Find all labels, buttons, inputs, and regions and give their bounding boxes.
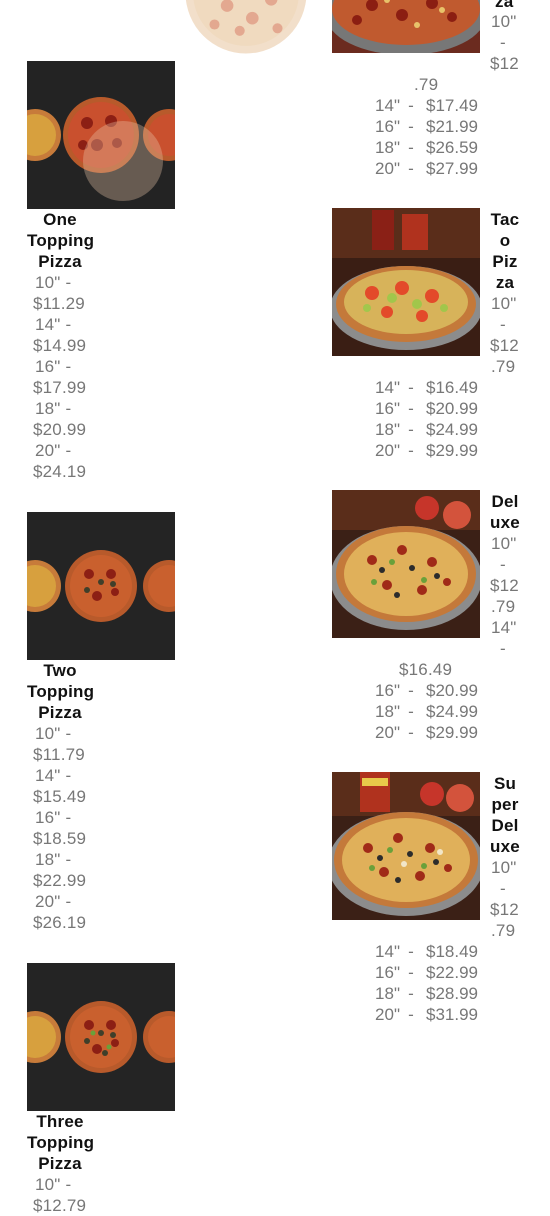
price-row: 20" - $27.99 [360,158,490,179]
price-value: $20.99 [426,399,478,418]
price-row: 16" - $21.99 [360,116,490,137]
size-label: 14" [375,96,400,115]
price-value: $17.49 [426,96,478,115]
pizza-title-one-topping: One Topping Pizza [27,210,95,271]
price-value: $22.99 [426,963,478,982]
size-dash: - [408,984,414,1003]
size-dash: - [408,378,414,397]
price-row: 16" - $20.99 [360,680,490,701]
price-value: $16.49 [426,378,478,397]
size-dash: - [500,639,506,658]
size-label: 14" [375,942,400,961]
price-value: $29.99 [426,441,478,460]
price-row: 16" - $20.99 [360,398,490,419]
size-dash: - [500,315,506,334]
pizza-title-three-topping: Three Topping Pizza [27,1112,95,1173]
size-label: 18" [375,984,400,1003]
price-10-part1: $12 [490,900,519,919]
price-row: 14" - $16.49 [360,377,490,398]
price-10-part2: .79 [491,357,516,376]
size-label: 18" [375,420,400,439]
price-10-part1: $12 [490,336,519,355]
price-row: 20" - $29.99 [360,440,490,461]
price-row: 20" - $29.99 [360,722,490,743]
pizza-photo-three-topping [27,963,175,1111]
size-dash: - [500,33,506,52]
size-14-label: 14" [491,618,517,637]
size-10-label: 10" [491,294,517,313]
size-10-label: 10" [491,12,517,31]
price-10-part1: $12 [490,576,519,595]
pizza-photo-super-deluxe [332,772,480,920]
size-label: 18" [375,702,400,721]
size-dash: - [408,399,414,418]
size-dash: - [408,723,414,742]
price-14: $16.49 [399,660,453,679]
price-list-three-topping: 10" - $12.79 [33,1175,87,1215]
size-dash: - [408,96,414,115]
price-list-two-topping: 10" - $11.79 14" - $15.49 16" - $18.59 1… [33,724,87,932]
pizza-title-super-deluxe: Su per Del uxe [490,774,520,856]
price-value: $24.99 [426,420,478,439]
size-label: 14" [375,378,400,397]
pizza-title-deluxe: Del uxe [490,492,520,532]
price-value: $26.59 [426,138,478,157]
size-label: 16" [375,681,400,700]
price-row: 18" - $24.99 [360,701,490,722]
price-row: 14" - $17.49 [360,95,490,116]
size-dash: - [408,681,414,700]
size-label: 16" [375,399,400,418]
size-label: 18" [375,138,400,157]
size-label: 20" [375,723,400,742]
size-dash: - [408,441,414,460]
price-value: $20.99 [426,681,478,700]
pizza-title-two-topping: Two Topping Pizza [27,661,95,722]
size-dash: - [500,879,506,898]
price-10-part1: $12 [490,54,519,73]
price-10-part2: .79 [491,597,516,616]
price-value: $27.99 [426,159,478,178]
size-label: 20" [375,159,400,178]
price-row: 18" - $24.99 [360,419,490,440]
size-10-label: 10" [491,534,517,553]
size-dash: - [408,117,414,136]
price-row: 18" - $28.99 [360,983,490,1004]
size-label: 16" [375,117,400,136]
price-value: $29.99 [426,723,478,742]
size-10-label: 10" [491,858,517,877]
price-row: 18" - $26.59 [360,137,490,158]
size-dash: - [500,555,506,574]
price-10-part2: .79 [491,921,516,940]
size-label: 20" [375,441,400,460]
pizza-photo-taco [332,208,480,356]
price-row: 14" - $18.49 [360,941,490,962]
pizza-photo-one-topping [27,61,175,209]
price-list-one-topping: 10" - $11.29 14" - $14.99 16" - $17.99 1… [33,273,87,481]
pizza-photo-two-topping [27,512,175,660]
price-value: $28.99 [426,984,478,1003]
size-label: 20" [375,1005,400,1024]
size-dash: - [408,420,414,439]
size-label: 16" [375,963,400,982]
price-value: $31.99 [426,1005,478,1024]
price-row: 16" - $22.99 [360,962,490,983]
pizza-title-taco: Tac o Piz za [490,210,520,292]
size-dash: - [408,159,414,178]
faded-pizza-image [183,0,309,56]
pizza-photo-top [332,0,480,53]
price-value: $24.99 [426,702,478,721]
price-value: $18.49 [426,942,478,961]
size-dash: - [408,702,414,721]
price-10-part2: .79 [414,75,439,94]
price-value: $21.99 [426,117,478,136]
pizza-photo-deluxe [332,490,480,638]
price-row: 20" - $31.99 [360,1004,490,1025]
size-dash: - [408,138,414,157]
size-dash: - [408,942,414,961]
size-dash: - [408,1005,414,1024]
size-dash: - [408,963,414,982]
